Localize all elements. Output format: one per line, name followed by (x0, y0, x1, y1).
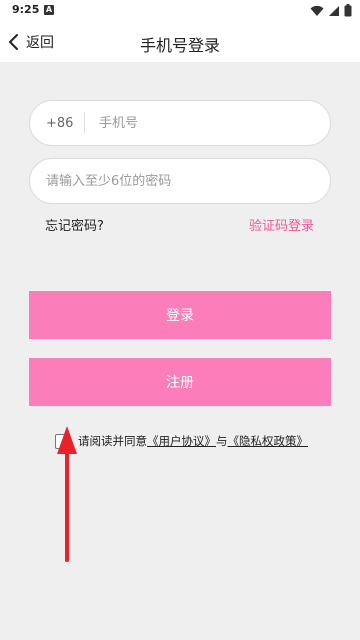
agreement-conjunction: 与 (216, 434, 228, 448)
phone-field: +86 (29, 100, 331, 146)
battery-icon (344, 4, 352, 17)
agreement-checkbox[interactable] (55, 433, 70, 449)
phone-input[interactable] (85, 101, 315, 145)
page-title: 手机号登录 (139, 36, 220, 55)
signal-icon (329, 5, 339, 16)
register-button[interactable]: 注册 (29, 358, 331, 406)
password-field (29, 158, 331, 204)
top-navigation-bar: 返回 手机号登录 (0, 22, 360, 62)
sms-login-link[interactable]: 验证码登录 (249, 215, 314, 234)
forgot-password-link[interactable]: 忘记密码? (45, 215, 104, 234)
status-time: 9:25 (12, 3, 40, 16)
status-bar: 9:25 A (0, 0, 360, 22)
privacy-policy-link[interactable]: 《隐私权政策》 (228, 433, 309, 449)
wifi-icon (310, 5, 324, 16)
agreement-prefix: 请阅读并同意 (78, 434, 147, 448)
country-code[interactable]: +86 (30, 116, 84, 131)
agreement-row: 请阅读并同意 《用户协议》 与 《隐私权政策》 (55, 433, 308, 449)
status-icons (310, 4, 352, 17)
user-agreement-link[interactable]: 《用户协议》 (147, 433, 216, 449)
notification-icon: A (44, 5, 54, 15)
password-input[interactable] (30, 159, 320, 203)
login-button[interactable]: 登录 (29, 291, 331, 339)
